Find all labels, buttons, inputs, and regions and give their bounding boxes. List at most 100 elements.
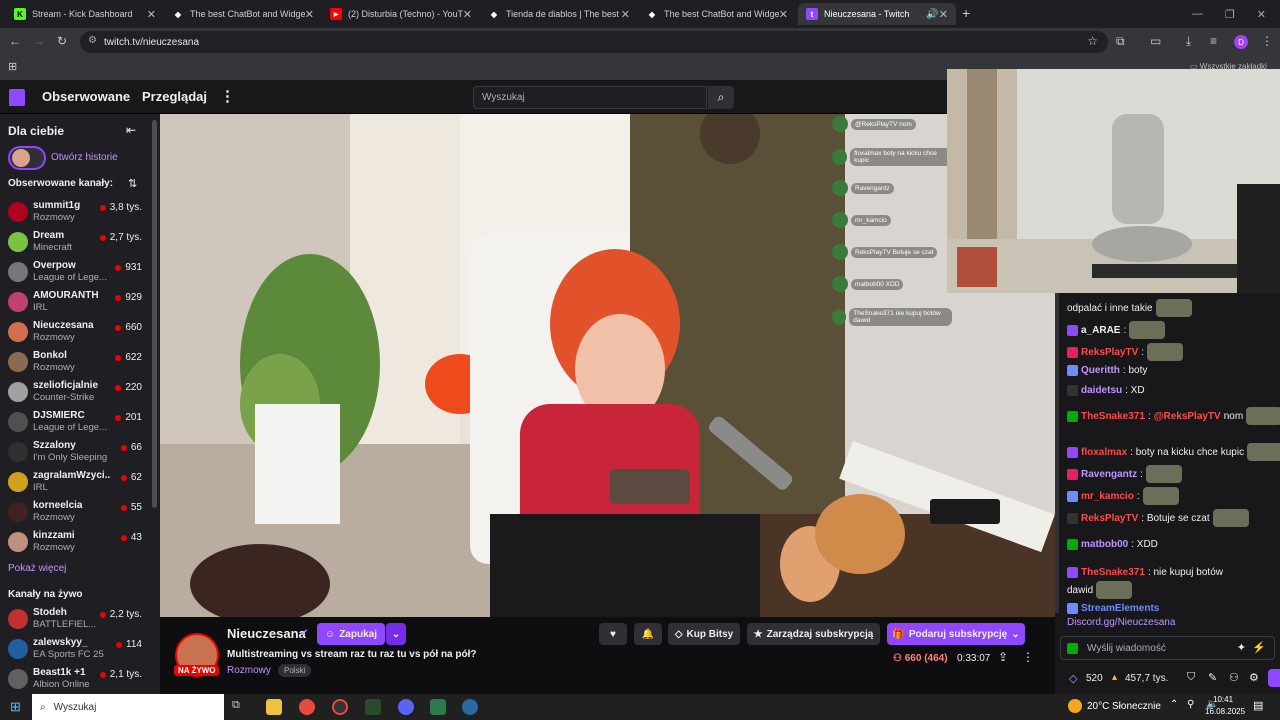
buy-bits-button[interactable]: ◇ Kup Bitsy bbox=[668, 623, 740, 645]
emote-image[interactable] bbox=[1155, 299, 1192, 317]
clock-date[interactable]: 16.08.2025 bbox=[1205, 707, 1245, 716]
chat-badge-icon[interactable] bbox=[1067, 512, 1078, 524]
chat-username[interactable]: a_ARAE bbox=[1081, 325, 1120, 336]
discord-icon[interactable] bbox=[398, 699, 414, 715]
nav-browse-link[interactable]: Przeglądaj bbox=[142, 89, 207, 104]
chat-badge-icon[interactable] bbox=[1067, 567, 1078, 578]
back-icon[interactable]: ← bbox=[9, 34, 21, 48]
emote-image[interactable] bbox=[1142, 487, 1179, 505]
site-info-icon[interactable]: ⚙ bbox=[88, 35, 97, 46]
stories-avatar[interactable] bbox=[8, 146, 46, 170]
chat-username[interactable]: ReksPlayTV bbox=[1081, 347, 1138, 358]
sidebar-channel-item[interactable]: Dream Minecraft 2,7 tys. bbox=[0, 228, 150, 258]
more-menu-icon[interactable]: ⋮ bbox=[220, 87, 235, 105]
chat-badge-icon[interactable] bbox=[1067, 385, 1078, 396]
chat-badge-icon[interactable] bbox=[1067, 603, 1078, 614]
chat-username[interactable]: floxalmax bbox=[1081, 447, 1127, 458]
chat-username[interactable]: Ravengantz bbox=[1081, 469, 1137, 480]
chat-username[interactable]: daidetsu bbox=[1081, 385, 1122, 396]
app-icon[interactable] bbox=[365, 699, 381, 715]
chat-badge-icon[interactable] bbox=[1067, 490, 1078, 502]
sidebar-channel-item[interactable]: zagralamWzyci... IRL 62 bbox=[0, 468, 150, 498]
chat-message[interactable]: floxalmax: boty na kicku chce kupic bbox=[1067, 443, 1280, 461]
emote-image[interactable] bbox=[1129, 321, 1166, 339]
chat-badge-icon[interactable] bbox=[1067, 446, 1078, 458]
activity-icon[interactable]: ⚇ bbox=[1229, 671, 1239, 684]
emote-picker-icon[interactable]: ✦ bbox=[1237, 641, 1246, 654]
manage-subscription-button[interactable]: ★ Zarządzaj subskrypcją bbox=[747, 623, 880, 645]
channel-name[interactable]: Nieuczesana bbox=[227, 626, 306, 641]
chat-badge-icon[interactable] bbox=[1067, 539, 1078, 550]
chat-badge-icon[interactable] bbox=[1067, 324, 1078, 336]
tag-chip[interactable]: Polski bbox=[278, 664, 312, 677]
chat-message[interactable]: dawid bbox=[1067, 581, 1133, 599]
chat-badge-icon[interactable] bbox=[1067, 365, 1078, 376]
sidebar-channel-item[interactable]: Stodeh BATTLEFIEL... 2,2 tys. bbox=[0, 605, 150, 635]
settings-gear-icon[interactable]: ⚙ bbox=[1249, 671, 1259, 684]
follow-heart-button[interactable]: ♥ bbox=[599, 623, 627, 645]
category-link[interactable]: Rozmowy bbox=[227, 665, 271, 676]
url-field[interactable]: ⚙ twitch.tv/nieuczesana ☆ bbox=[80, 31, 1108, 53]
sidebar-channel-item[interactable]: szelioficjalnie Counter-Strike 220 bbox=[0, 378, 150, 408]
close-icon[interactable]: ✕ bbox=[939, 8, 948, 21]
chat-message[interactable]: ReksPlayTV: Botuje se czat bbox=[1067, 509, 1249, 527]
clock-time[interactable]: 10:41 bbox=[1213, 695, 1233, 704]
file-explorer-icon[interactable] bbox=[266, 699, 282, 715]
reload-icon[interactable]: ↻ bbox=[57, 34, 67, 48]
gift-subscription-button[interactable]: 🎁 Podaruj subskrypcję ⌄ bbox=[887, 623, 1025, 645]
notification-center-icon[interactable]: ▤ bbox=[1253, 699, 1263, 712]
menu-icon[interactable]: ⋮ bbox=[1261, 34, 1273, 48]
more-options-icon[interactable]: ⋮ bbox=[1022, 650, 1034, 664]
cast-icon[interactable]: ▭ bbox=[1150, 34, 1161, 48]
video-player[interactable]: @ReksPlayTV nom floxalmax boty na kicku c… bbox=[160, 114, 1055, 617]
chat-message[interactable]: Ravengantz: bbox=[1067, 465, 1182, 483]
maximize-icon[interactable]: ❐ bbox=[1225, 8, 1235, 21]
close-icon[interactable]: ✕ bbox=[779, 8, 788, 21]
new-tab-icon[interactable]: + bbox=[962, 5, 970, 21]
shield-icon[interactable]: ⛉ bbox=[1187, 671, 1195, 684]
reading-list-icon[interactable]: ≡ bbox=[1210, 34, 1217, 48]
browser-tab[interactable]: ▶ (2) Disturbia (Techno) - YouTube ✕ bbox=[322, 3, 480, 25]
tray-chevron-icon[interactable]: ⌃ bbox=[1170, 699, 1178, 710]
notifications-button[interactable]: 🔔 bbox=[634, 623, 662, 645]
download-icon[interactable]: ⤓ bbox=[1186, 34, 1191, 49]
collapse-sidebar-icon[interactable]: ⇤ bbox=[126, 123, 136, 137]
chat-message[interactable]: matbob00: XDD bbox=[1067, 539, 1158, 550]
profile-avatar[interactable]: D bbox=[1234, 35, 1248, 49]
nav-following-link[interactable]: Obserwowane bbox=[42, 89, 130, 104]
chat-mention[interactable]: @ReksPlayTV bbox=[1154, 411, 1221, 422]
browser-tab[interactable]: ◆ Tienda de diablos | The best Ch ✕ bbox=[480, 3, 638, 25]
chat-username[interactable]: Queritth bbox=[1081, 365, 1120, 376]
chat-message[interactable]: TheSnake371: nie kupuj botów bbox=[1067, 567, 1223, 578]
chrome-icon[interactable] bbox=[299, 699, 315, 715]
chat-message[interactable]: daidetsu: XD bbox=[1067, 385, 1145, 396]
tools-icon[interactable]: ✎ bbox=[1208, 671, 1217, 684]
bookmark-star-icon[interactable]: ☆ bbox=[1087, 34, 1098, 48]
weather-desc[interactable]: Słonecznie bbox=[1112, 701, 1161, 712]
chat-badge-icon[interactable] bbox=[1067, 468, 1078, 480]
chat-message[interactable]: odpalać i inne takie bbox=[1067, 299, 1192, 317]
emote-image[interactable] bbox=[1247, 443, 1280, 461]
obs-icon[interactable] bbox=[332, 699, 348, 715]
chat-message[interactable]: StreamElements bbox=[1067, 603, 1162, 614]
chat-username[interactable]: ReksPlayTV bbox=[1081, 513, 1138, 524]
chat-message[interactable]: a_ARAE: bbox=[1067, 321, 1166, 339]
stories-link[interactable]: Otwórz historie bbox=[51, 152, 118, 163]
chat-message[interactable]: Discord.gg/Nieuczesana bbox=[1067, 617, 1175, 628]
browser-tab[interactable]: ◆ The best ChatBot and Widgets ✕ bbox=[164, 3, 322, 25]
extensions-icon[interactable]: ⧉ bbox=[1116, 34, 1125, 49]
commands-icon[interactable]: ⚡ bbox=[1252, 641, 1266, 654]
windows-start-icon[interactable]: ⊞ bbox=[10, 699, 21, 715]
show-more-link[interactable]: Pokaż więcej bbox=[8, 563, 66, 574]
raid-dropdown[interactable]: ⌄ bbox=[386, 623, 406, 645]
network-icon[interactable]: ⚲ bbox=[1187, 699, 1194, 710]
close-window-icon[interactable]: ✕ bbox=[1257, 8, 1266, 21]
chat-username[interactable]: StreamElements bbox=[1081, 603, 1159, 614]
task-view-icon[interactable]: ⧉ bbox=[232, 699, 248, 715]
chat-message[interactable]: mr_kamcio: bbox=[1067, 487, 1179, 505]
weather-temp[interactable]: 20°C bbox=[1087, 701, 1109, 712]
chat-badge-icon[interactable] bbox=[1067, 346, 1078, 358]
emote-image[interactable] bbox=[1147, 343, 1184, 361]
sidebar-channel-item[interactable]: Nieuczesana Rozmowy 660 bbox=[0, 318, 150, 348]
sidebar-channel-item[interactable]: korneelcia Rozmowy 55 bbox=[0, 498, 150, 528]
